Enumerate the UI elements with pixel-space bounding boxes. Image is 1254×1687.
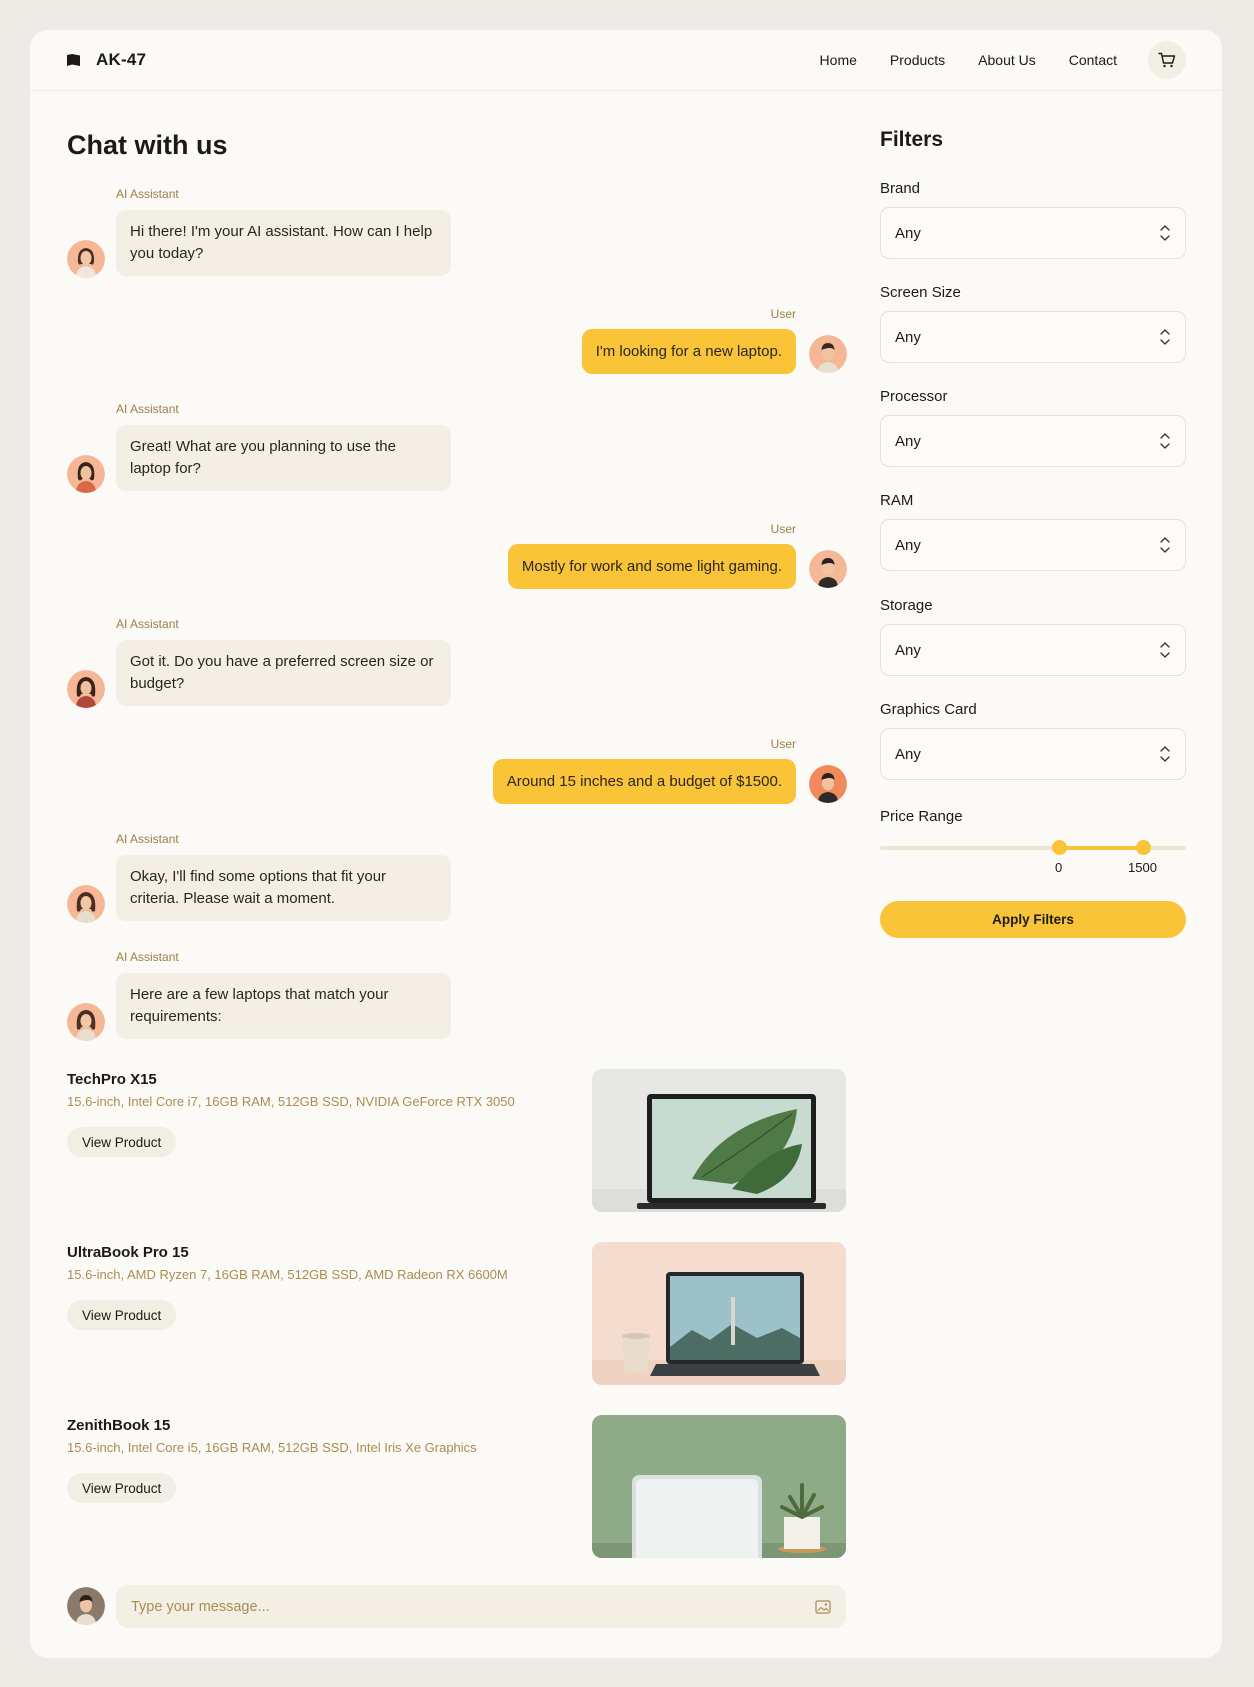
chevron-updown-icon [1160,642,1170,658]
filter-label-price-range: Price Range [880,808,963,825]
filter-label-ram: RAM [880,492,914,509]
select-value: Any [895,432,921,450]
product-image[interactable] [592,1415,846,1558]
laptop-photo [592,1415,846,1558]
current-user-avatar [67,1587,105,1625]
message-input[interactable] [131,1598,815,1615]
price-max-handle[interactable] [1136,840,1151,855]
chevron-updown-icon [1160,746,1170,762]
product-image[interactable] [592,1069,846,1212]
brand-name: AK-47 [96,50,147,69]
app-window: AK-47 Home Products About Us Contact Cha… [30,30,1222,1658]
user-avatar [809,550,847,588]
nav-home[interactable]: Home [820,52,857,68]
user-avatar [809,765,847,803]
ram-select[interactable]: Any [880,519,1186,571]
user-message: Around 15 inches and a budget of $1500. [492,759,796,804]
user-message: Mostly for work and some light gaming. [507,544,796,589]
user-avatar [809,335,847,373]
price-max-value: 1500 [1128,860,1157,875]
nav-about-us[interactable]: About Us [978,52,1036,68]
brand[interactable]: AK-47 [67,50,146,70]
assistant-message: Got it. Do you have a preferred screen s… [116,640,451,706]
view-product-button[interactable]: View Product [67,1127,177,1157]
message-sender: User [770,307,796,321]
price-range-fill [1060,846,1143,850]
product-specs: 15.6-inch, Intel Core i5, 16GB RAM, 512G… [67,1440,477,1455]
top-nav: AK-47 Home Products About Us Contact [30,30,1222,91]
price-min-handle[interactable] [1052,840,1067,855]
filter-label-screen-size: Screen Size [880,284,961,301]
select-value: Any [895,224,921,242]
chevron-updown-icon [1160,433,1170,449]
product-image[interactable] [592,1242,846,1385]
cart-icon [1158,52,1176,68]
assistant-message: Here are a few laptops that match your r… [116,973,451,1039]
cart-button[interactable] [1148,41,1186,79]
laptop-photo [592,1069,846,1212]
view-product-button[interactable]: View Product [67,1300,177,1330]
product-name: TechPro X15 [67,1071,157,1088]
brand-logo-icon [67,54,80,66]
message-sender: AI Assistant [116,617,179,631]
product-name: UltraBook Pro 15 [67,1244,189,1261]
assistant-avatar [67,455,105,493]
product-name: ZenithBook 15 [67,1417,171,1434]
image-icon[interactable] [815,1599,831,1614]
message-sender: AI Assistant [116,187,179,201]
message-composer [116,1585,846,1628]
message-sender: User [770,522,796,536]
storage-select[interactable]: Any [880,624,1186,676]
nav-products[interactable]: Products [890,52,945,68]
chevron-updown-icon [1160,537,1170,553]
message-sender: User [770,737,796,751]
filter-label-storage: Storage [880,597,933,614]
filter-label-brand: Brand [880,180,921,197]
message-sender: AI Assistant [116,402,179,416]
laptop-photo [592,1242,846,1385]
product-specs: 15.6-inch, AMD Ryzen 7, 16GB RAM, 512GB … [67,1267,508,1282]
graphics-card-select[interactable]: Any [880,728,1186,780]
processor-select[interactable]: Any [880,415,1186,467]
filters-title: Filters [880,128,944,151]
message-sender: AI Assistant [116,832,179,846]
filter-label-graphics-card: Graphics Card [880,701,977,718]
brand-select[interactable]: Any [880,207,1186,259]
product-specs: 15.6-inch, Intel Core i7, 16GB RAM, 512G… [67,1094,515,1109]
chat-title: Chat with us [67,130,228,160]
main-nav: Home Products About Us Contact [820,52,1117,68]
assistant-message: Okay, I'll find some options that fit yo… [116,855,451,921]
select-value: Any [895,536,921,554]
message-sender: AI Assistant [116,950,179,964]
select-value: Any [895,745,921,763]
view-product-button[interactable]: View Product [67,1473,177,1503]
user-message: I'm looking for a new laptop. [581,329,796,374]
assistant-avatar [67,240,105,278]
nav-contact[interactable]: Contact [1069,52,1117,68]
screen-size-select[interactable]: Any [880,311,1186,363]
select-value: Any [895,641,921,659]
price-min-value: 0 [1055,860,1063,875]
assistant-message: Great! What are you planning to use the … [116,425,451,491]
assistant-message: Hi there! I'm your AI assistant. How can… [116,210,451,276]
chevron-updown-icon [1160,329,1170,345]
chevron-updown-icon [1160,225,1170,241]
assistant-avatar [67,1003,105,1041]
filter-label-processor: Processor [880,388,948,405]
assistant-avatar [67,885,105,923]
apply-filters-button[interactable]: Apply Filters [880,901,1186,938]
select-value: Any [895,328,921,346]
assistant-avatar [67,670,105,708]
